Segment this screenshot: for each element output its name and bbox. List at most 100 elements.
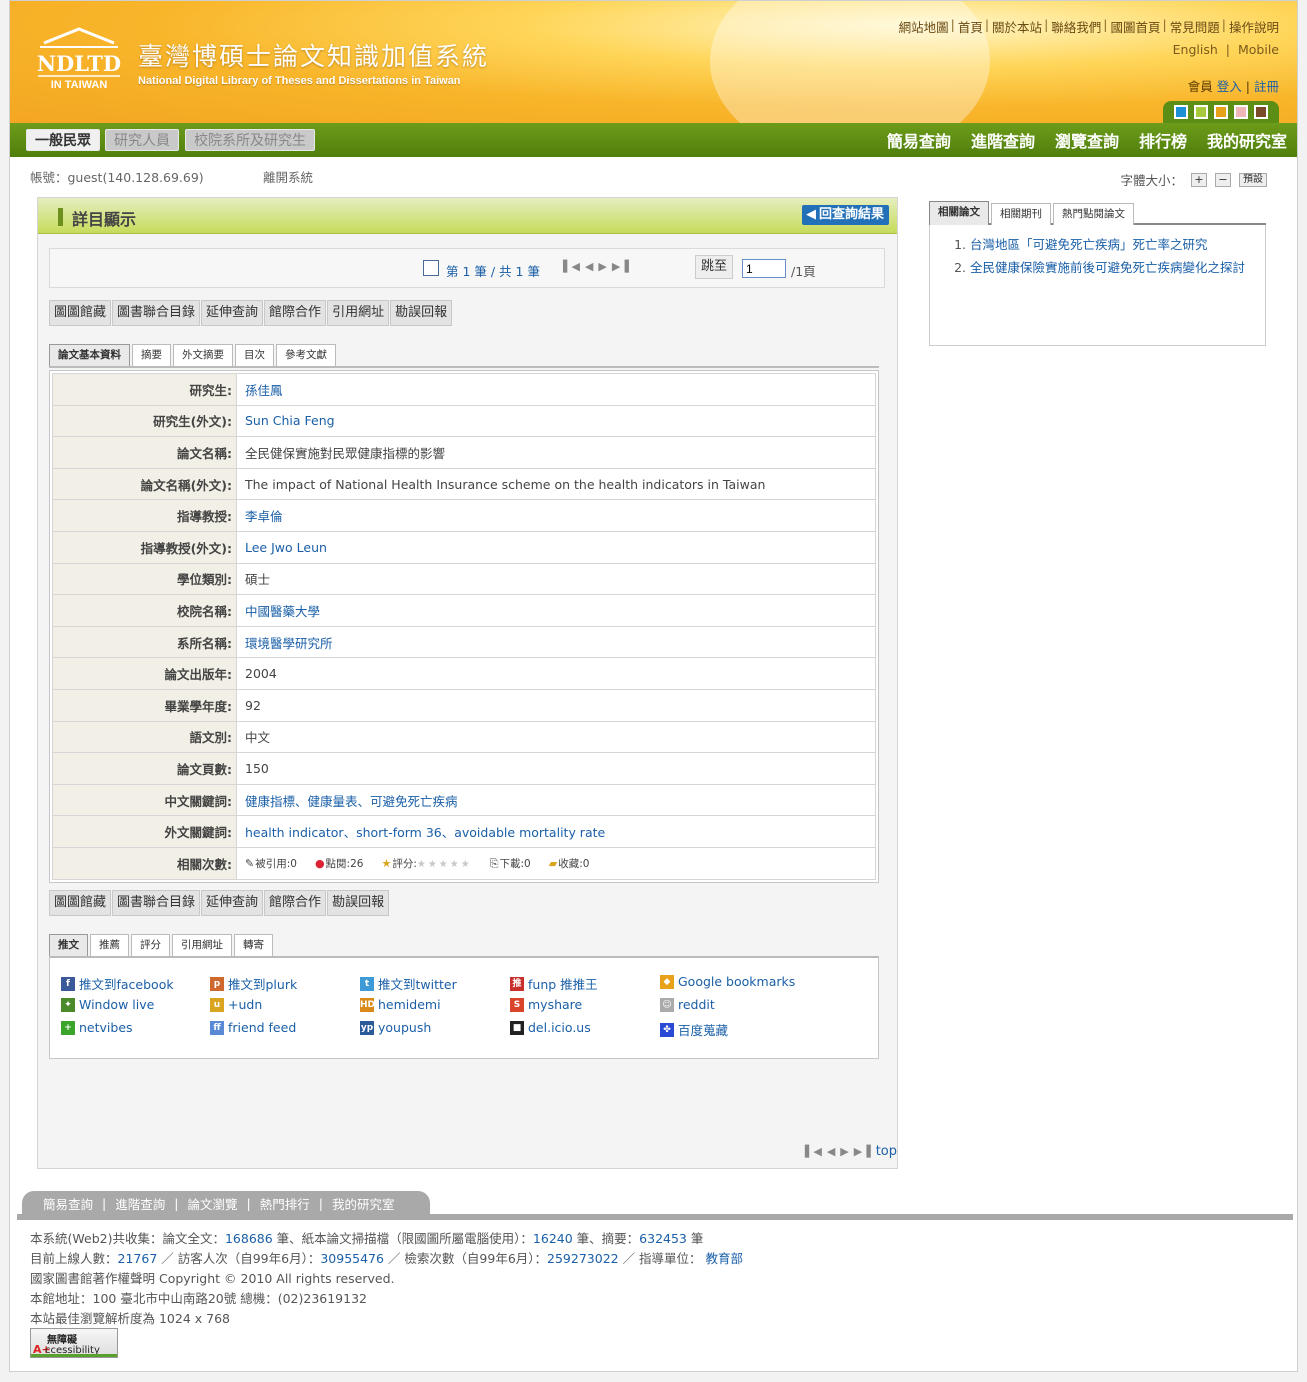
font-increase-button[interactable]: + <box>1191 172 1207 187</box>
theme-swatch-green[interactable] <box>1194 105 1208 119</box>
next-page-icon[interactable]: ▶ <box>598 260 606 273</box>
tab-toc[interactable]: 目次 <box>235 344 274 366</box>
footer-link-my-lab[interactable]: 我的研究室 <box>332 1194 395 1213</box>
field-value[interactable]: 孫佳鳳 <box>236 373 876 406</box>
share-item[interactable]: ✤ 百度蒐藏 <box>660 1020 728 1039</box>
back-to-results-button[interactable]: ◀ 回查詢結果 <box>801 205 889 225</box>
theme-swatch-orange[interactable] <box>1214 105 1228 119</box>
field-value[interactable]: Sun Chia Feng <box>236 404 876 438</box>
top-link-contact[interactable]: 聯絡我們 <box>1051 17 1101 36</box>
share-item[interactable]: p 推文到plurk <box>210 974 297 993</box>
theme-swatch-pink[interactable] <box>1234 105 1248 119</box>
field-value[interactable]: 健康指標、健康量表、可避免死亡疾病 <box>236 783 876 817</box>
tab-abstract[interactable]: 摘要 <box>132 344 171 366</box>
library-holdings-button-bottom[interactable]: 圖圖館藏 <box>49 890 112 916</box>
theme-swatch-brown[interactable] <box>1254 105 1268 119</box>
share-item[interactable]: Smyshare <box>510 997 582 1012</box>
related-thesis-link[interactable]: 全民健康保險實施前後可避免死亡疾病變化之探討 <box>970 260 1245 275</box>
tab-recommend[interactable]: 推薦 <box>90 934 129 956</box>
field-value[interactable]: 中國醫藥大學 <box>236 594 876 627</box>
prev-page-icon[interactable]: ◀ <box>827 1145 835 1158</box>
jump-button[interactable]: 跳至 <box>695 255 734 279</box>
first-page-icon[interactable]: ▌◀ <box>805 1145 822 1158</box>
field-value[interactable]: 環境醫學研究所 <box>236 625 876 659</box>
union-catalog-button-bottom[interactable]: 圖書聯合目錄 <box>112 890 201 916</box>
tab-researchers[interactable]: 研究人員 <box>105 129 179 151</box>
tab-share[interactable]: 推文 <box>49 934 88 956</box>
tab-related-theses[interactable]: 相關論文 <box>929 201 989 225</box>
share-item[interactable]: ✦ Window live <box>61 997 154 1012</box>
tab-schools[interactable]: 校院系所及研究生 <box>185 129 315 151</box>
field-value[interactable]: Lee Jwo Leun <box>236 530 876 564</box>
tab-references[interactable]: 參考文獻 <box>276 344 336 366</box>
report-error-button[interactable]: 勘誤回報 <box>390 300 453 326</box>
share-item[interactable]: f 推文到facebook <box>61 974 174 993</box>
field-value[interactable]: health indicator、short-form 36、avoidable… <box>236 815 876 848</box>
share-item[interactable]: 推 funp 推推王 <box>510 974 598 993</box>
share-item[interactable]: t 推文到twitter <box>360 974 457 993</box>
nav-simple-search[interactable]: 簡易查詢 <box>887 128 951 152</box>
nav-my-lab[interactable]: 我的研究室 <box>1207 128 1287 152</box>
last-page-icon[interactable]: ▶▐ <box>612 260 629 273</box>
extended-search-button-bottom[interactable]: 延伸查詢 <box>201 890 264 916</box>
share-item[interactable]: ■ del.icio.us <box>510 1020 591 1035</box>
top-link-faq[interactable]: 常見問題 <box>1170 17 1220 36</box>
footer-link-rankings[interactable]: 熱門排行 <box>260 1194 310 1213</box>
share-item[interactable]: ◆ Google bookmarks <box>660 974 795 989</box>
fulltext-count[interactable]: 168686 <box>225 1231 273 1246</box>
nav-browse[interactable]: 瀏覽查詢 <box>1055 128 1119 152</box>
ndltd-logo[interactable]: NDLTD IN TAIWAN <box>34 21 124 91</box>
share-item[interactable]: yp youpush <box>360 1020 431 1035</box>
abstract-count[interactable]: 632453 <box>639 1231 687 1246</box>
interlibrary-button[interactable]: 館際合作 <box>264 300 327 326</box>
share-item[interactable]: ☺ reddit <box>660 997 715 1012</box>
interlibrary-button-bottom[interactable]: 館際合作 <box>264 890 327 916</box>
lang-english-link[interactable]: English <box>1173 42 1218 57</box>
first-page-icon[interactable]: ▌◀ <box>563 260 580 273</box>
font-default-button[interactable]: 預設 <box>1239 172 1267 187</box>
tab-general-public[interactable]: 一般民眾 <box>26 129 100 151</box>
top-link[interactable]: top <box>876 1144 897 1159</box>
union-catalog-button[interactable]: 圖書聯合目錄 <box>112 300 201 326</box>
share-item[interactable]: u +udn <box>210 997 262 1012</box>
prev-page-icon[interactable]: ◀ <box>585 260 593 273</box>
tab-rate[interactable]: 評分 <box>131 934 170 956</box>
rating-stars[interactable]: ★★★★★ <box>417 859 472 870</box>
related-thesis-link[interactable]: 台灣地區「可避免死亡疾病」死亡率之研究 <box>970 237 1208 252</box>
footer-link-browse[interactable]: 論文瀏覽 <box>187 1194 237 1213</box>
font-decrease-button[interactable]: − <box>1215 172 1231 187</box>
next-page-icon[interactable]: ▶ <box>840 1145 848 1158</box>
tab-foreign-abstract[interactable]: 外文摘要 <box>173 344 233 366</box>
lang-mobile-link[interactable]: Mobile <box>1238 42 1279 57</box>
last-page-icon[interactable]: ▶▐ <box>854 1145 871 1158</box>
nav-advanced-search[interactable]: 進階查詢 <box>971 128 1035 152</box>
theme-swatch-blue[interactable] <box>1174 105 1188 119</box>
tab-forward[interactable]: 轉寄 <box>234 934 273 956</box>
tab-basic-info[interactable]: 論文基本資料 <box>49 344 130 366</box>
top-link-help[interactable]: 操作說明 <box>1229 17 1279 36</box>
cite-url-button[interactable]: 引用網址 <box>327 300 390 326</box>
scan-count[interactable]: 16240 <box>533 1231 573 1246</box>
login-link[interactable]: 登入 <box>1217 79 1242 94</box>
tab-cite-url[interactable]: 引用網址 <box>172 934 232 956</box>
top-link-sitemap[interactable]: 網站地圖 <box>899 17 949 36</box>
field-value[interactable]: 李卓倫 <box>236 499 876 532</box>
tab-related-journals[interactable]: 相關期刊 <box>991 203 1051 225</box>
nav-rankings[interactable]: 排行榜 <box>1139 128 1187 152</box>
tab-popular-theses[interactable]: 熱門點閱論文 <box>1053 203 1134 225</box>
top-link-about[interactable]: 關於本站 <box>992 17 1042 36</box>
share-item[interactable]: + netvibes <box>61 1020 133 1035</box>
page-number-input[interactable] <box>742 259 786 278</box>
accessibility-badge[interactable]: 無障礙 A+ ccessibility <box>30 1328 118 1358</box>
share-item[interactable]: ff friend feed <box>210 1020 296 1035</box>
footer-link-simple-search[interactable]: 簡易查詢 <box>43 1194 93 1213</box>
library-holdings-button[interactable]: 圖圖館藏 <box>49 300 112 326</box>
share-item[interactable]: HD hemidemi <box>360 997 441 1012</box>
ministry-link[interactable]: 教育部 <box>706 1251 744 1266</box>
top-link-home[interactable]: 首頁 <box>958 17 983 36</box>
top-link-ncl-home[interactable]: 國圖首頁 <box>1111 17 1161 36</box>
register-link[interactable]: 註冊 <box>1254 79 1279 94</box>
record-checkbox[interactable] <box>423 260 439 276</box>
logout-link[interactable]: 離開系統 <box>263 167 313 186</box>
footer-link-advanced-search[interactable]: 進階查詢 <box>115 1194 165 1213</box>
